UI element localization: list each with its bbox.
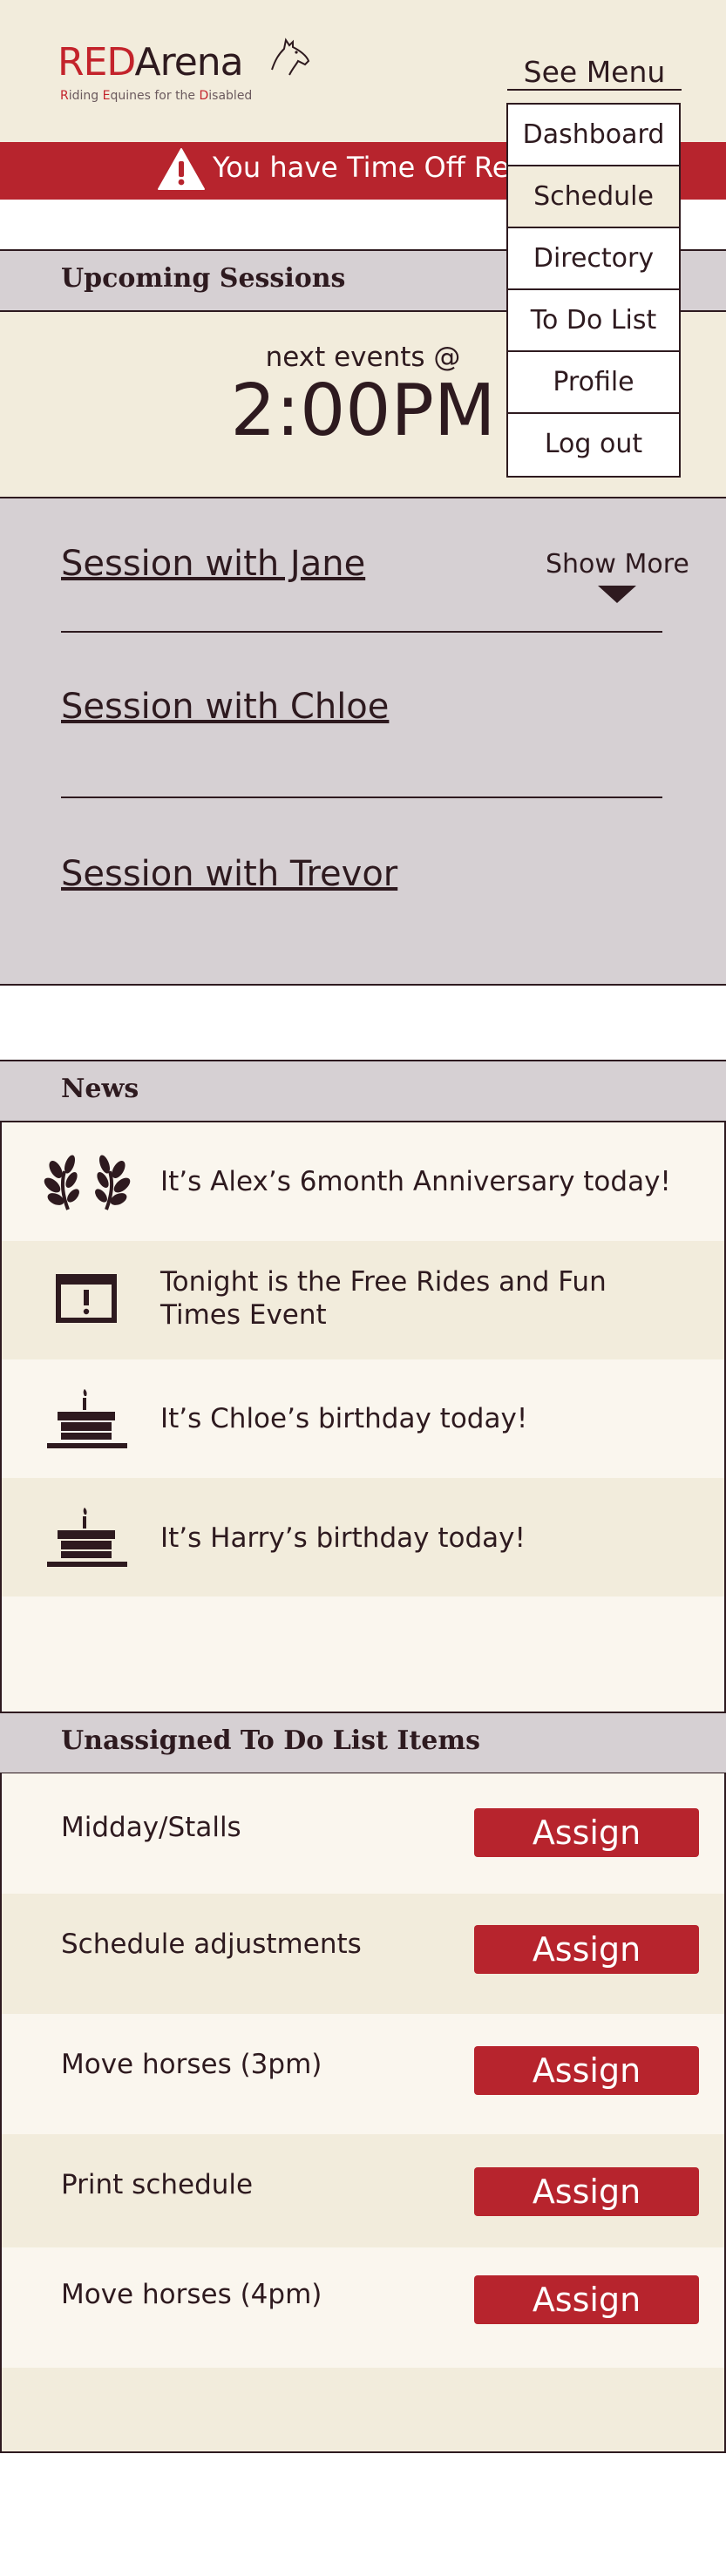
- alert-text: You have Time Off Rec: [213, 151, 525, 184]
- todo-item-label: Midday/Stalls: [61, 1812, 241, 1843]
- session-list: Session with Jane Show More Session with…: [0, 497, 726, 986]
- menu-item-profile[interactable]: Profile: [508, 352, 679, 414]
- news-item-text: Tonight is the Free Rides and Fun Times …: [160, 1266, 607, 1331]
- news-item: Tonight is the Free Rides and Fun Times …: [2, 1241, 724, 1359]
- warning-icon: [158, 148, 205, 190]
- redarena-logo[interactable]: REDArena Riding Equines for the Disabled: [58, 35, 310, 113]
- todo-item-label: Print schedule: [61, 2169, 254, 2200]
- session-link-jane[interactable]: Session with Jane: [61, 544, 365, 584]
- calendar-alert-icon: [56, 1274, 117, 1323]
- assign-button[interactable]: Assign: [474, 2275, 699, 2324]
- todo-header: Unassigned To Do List Items: [0, 1712, 726, 1774]
- todo-item-label: Move horses (4pm): [61, 2279, 322, 2310]
- assign-button[interactable]: Assign: [474, 1808, 699, 1857]
- birthday-cake-icon: [47, 1508, 127, 1567]
- session-link-trevor[interactable]: Session with Trevor: [61, 854, 397, 894]
- todo-item-label: Schedule adjustments: [61, 1929, 362, 1960]
- news-item: It’s Harry’s birthday today!: [2, 1478, 724, 1596]
- news-item: It’s Chloe’s birthday today!: [2, 1359, 724, 1478]
- menu-item-to-do-list[interactable]: To Do List: [508, 290, 679, 352]
- todo-row: Move horses (4pm) Assign: [2, 2247, 724, 2368]
- assign-button[interactable]: Assign: [474, 1925, 699, 1974]
- horse-head-icon: [271, 37, 310, 76]
- assign-button[interactable]: Assign: [474, 2167, 699, 2216]
- menu-item-dashboard[interactable]: Dashboard: [508, 105, 679, 166]
- menu-item-schedule[interactable]: Schedule: [508, 166, 679, 228]
- news-header: News: [0, 1060, 726, 1122]
- news-item-text: It’s Harry’s birthday today!: [160, 1522, 526, 1554]
- todo-row: Schedule adjustments Assign: [2, 1894, 724, 2014]
- laurel-icon: [44, 1155, 131, 1210]
- todo-row: Move horses (3pm) Assign: [2, 2014, 724, 2134]
- session-link-chloe[interactable]: Session with Chloe: [61, 687, 389, 727]
- birthday-cake-icon: [47, 1389, 127, 1448]
- assign-button[interactable]: Assign: [474, 2046, 699, 2095]
- todo-row: Print schedule Assign: [2, 2134, 724, 2254]
- nav-dropdown-menu: Dashboard Schedule Directory To Do List …: [506, 103, 681, 478]
- chevron-down-icon[interactable]: [598, 586, 636, 603]
- upcoming-sessions-title: Upcoming Sessions: [61, 263, 346, 294]
- news-item-text: It’s Alex’s 6month Anniversary today!: [160, 1166, 671, 1197]
- todo-title: Unassigned To Do List Items: [61, 1725, 480, 1756]
- see-menu-button[interactable]: See Menu: [507, 54, 682, 91]
- news-item: It’s Alex’s 6month Anniversary today!: [2, 1122, 724, 1241]
- news-title: News: [61, 1074, 139, 1104]
- divider: [61, 797, 662, 798]
- menu-item-directory[interactable]: Directory: [508, 228, 679, 290]
- divider: [61, 631, 662, 633]
- todo-item-label: Move horses (3pm): [61, 2049, 322, 2080]
- menu-item-log-out[interactable]: Log out: [508, 414, 679, 476]
- show-more-button[interactable]: Show More: [546, 549, 689, 580]
- logo-wordmark: REDArena: [58, 40, 244, 85]
- news-list: It’s Alex’s 6month Anniversary today! To…: [0, 1122, 726, 1712]
- todo-list: Midday/Stalls Assign Schedule adjustment…: [0, 1773, 726, 2453]
- todo-row: Midday/Stalls Assign: [2, 1773, 724, 1894]
- logo-tagline: Riding Equines for the Disabled: [60, 89, 253, 103]
- news-item-text: It’s Chloe’s birthday today!: [160, 1403, 528, 1434]
